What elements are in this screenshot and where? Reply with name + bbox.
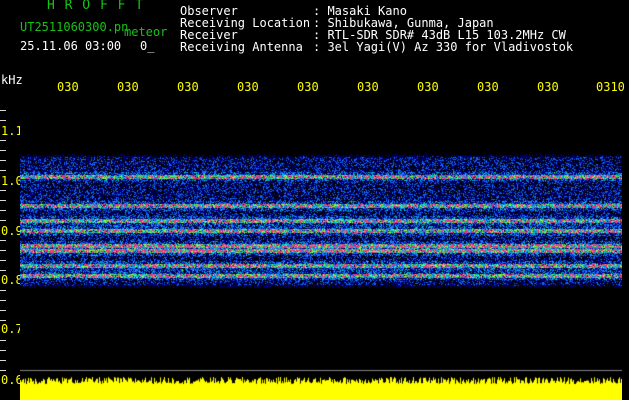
- meteor-count: 0_: [140, 39, 155, 53]
- time-label-5: 030: [297, 80, 319, 94]
- time-label-8: 030: [477, 80, 499, 94]
- meteor-label: meteor: [124, 25, 168, 39]
- time-label-2: 030: [117, 80, 139, 94]
- time-label-10: 0310: [596, 80, 625, 94]
- spectrogram-canvas: [20, 100, 622, 400]
- time-label-9: 030: [537, 80, 559, 94]
- value-antenna: : 3el Yagi(V) Az 330 for Vladivostok: [313, 40, 574, 54]
- file-name: UT2511060300.pn: [20, 20, 129, 34]
- time-label-3: 030: [177, 80, 199, 94]
- app-title: H R O F F T: [47, 0, 145, 13]
- date-time: 25.11.06 03:00: [20, 39, 122, 53]
- label-antenna: Receiving Antenna: [180, 40, 303, 54]
- time-label-4: 030: [237, 80, 259, 94]
- unit-label: kHz: [1, 73, 23, 87]
- time-label-7: 030: [417, 80, 439, 94]
- time-label-6: 030: [357, 80, 379, 94]
- time-label-1: 030: [57, 80, 79, 94]
